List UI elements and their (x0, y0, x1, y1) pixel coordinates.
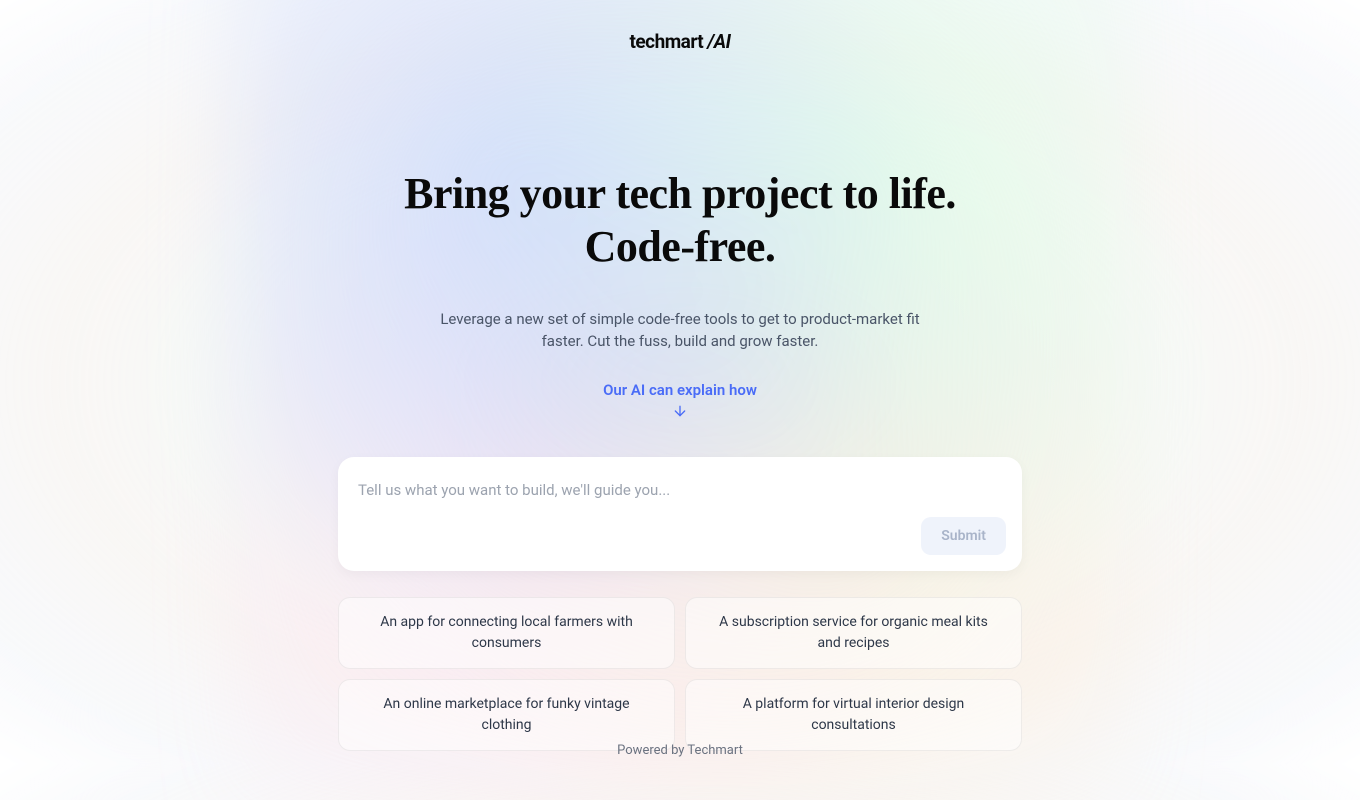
suggestions-grid: An app for connecting local farmers with… (338, 597, 1022, 751)
explain-link-text: Our AI can explain how (603, 381, 757, 399)
input-card: Submit (338, 457, 1022, 571)
submit-row: Submit (354, 517, 1006, 555)
logo: techmart /AI (629, 30, 730, 53)
build-input[interactable] (354, 473, 1006, 507)
page-heading: Bring your tech project to life. Code-fr… (404, 168, 956, 274)
heading-line2: Code-free. (585, 222, 776, 271)
logo-main: techmart (629, 30, 703, 53)
arrow-down-icon (672, 403, 688, 419)
heading-line1: Bring your tech project to life. (404, 169, 956, 218)
suggestion-card[interactable]: An online marketplace for funky vintage … (338, 679, 675, 751)
suggestion-card[interactable]: A platform for virtual interior design c… (685, 679, 1022, 751)
submit-button[interactable]: Submit (921, 517, 1006, 555)
explain-link[interactable]: Our AI can explain how (603, 381, 757, 419)
suggestion-card[interactable]: An app for connecting local farmers with… (338, 597, 675, 669)
logo-suffix: /AI (703, 30, 730, 53)
footer-text: Powered by Techmart (0, 743, 1360, 758)
suggestion-card[interactable]: A subscription service for organic meal … (685, 597, 1022, 669)
subheading: Leverage a new set of simple code-free t… (440, 308, 920, 353)
